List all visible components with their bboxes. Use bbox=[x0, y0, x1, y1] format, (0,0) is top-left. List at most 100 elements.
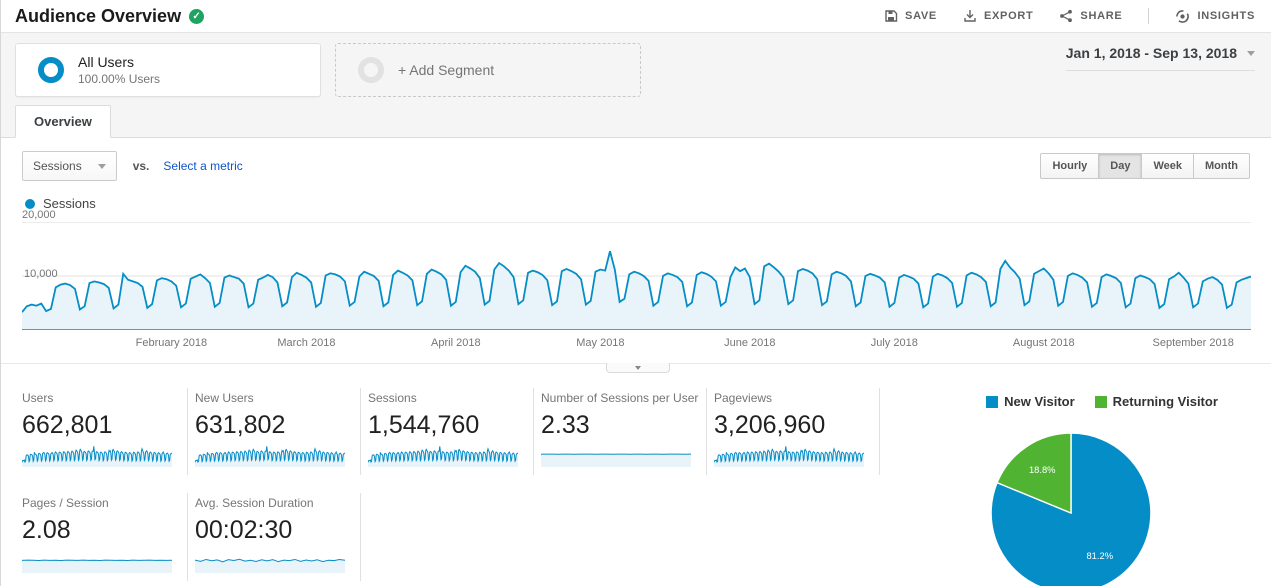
sessions-line-chart[interactable] bbox=[22, 222, 1251, 330]
add-segment-button[interactable]: + Add Segment bbox=[335, 43, 641, 97]
scorecard-label: Pages / Session bbox=[22, 496, 109, 511]
scorecard-pageviews[interactable]: Pageviews 3,206,960 bbox=[707, 388, 880, 476]
verified-check-icon: ✓ bbox=[189, 8, 205, 24]
collapse-chart-button[interactable] bbox=[606, 363, 670, 373]
granularity-day-button[interactable]: Day bbox=[1098, 153, 1143, 179]
save-button[interactable]: SAVE bbox=[884, 9, 937, 23]
sessions-timeseries-chart: 20,000 10,000 February 2018 March 2018 A… bbox=[1, 209, 1271, 374]
granularity-month-button[interactable]: Month bbox=[1193, 153, 1250, 179]
sessions-legend-dot-icon bbox=[25, 198, 35, 209]
save-label: SAVE bbox=[905, 10, 937, 22]
scorecard-pages-per-session[interactable]: Pages / Session 2.08 bbox=[15, 493, 188, 581]
share-label: SHARE bbox=[1080, 10, 1123, 22]
overview-panel: Sessions vs. Select a metric Hourly Day … bbox=[1, 137, 1271, 586]
add-segment-label: + Add Segment bbox=[398, 62, 495, 78]
returning-visitor-label: Returning Visitor bbox=[1112, 394, 1218, 409]
x-axis-tick: July 2018 bbox=[870, 337, 918, 349]
y-axis-tick-20000: 20,000 bbox=[22, 209, 56, 221]
segment-all-users[interactable]: All Users 100.00% Users bbox=[15, 43, 321, 97]
date-range-selector[interactable]: Jan 1, 2018 - Sep 13, 2018 bbox=[1065, 45, 1255, 71]
x-axis-tick: April 2018 bbox=[431, 337, 481, 349]
pie-slice-label: 81.2% bbox=[1086, 550, 1113, 561]
sessions-per-user-sparkline bbox=[541, 453, 691, 468]
x-axis-tick: March 2018 bbox=[277, 337, 336, 349]
select-metric-link[interactable]: Select a metric bbox=[163, 159, 242, 173]
y-axis-tick-10000: 10,000 bbox=[24, 268, 58, 280]
header-divider bbox=[1148, 8, 1150, 24]
chart-legend: Sessions bbox=[25, 196, 1271, 211]
page-title: Audience Overview bbox=[15, 5, 182, 26]
segment-subtitle: 100.00% Users bbox=[78, 72, 161, 86]
scorecard-value: 631,802 bbox=[195, 411, 286, 439]
scorecard-sessions[interactable]: Sessions 1,544,760 bbox=[361, 388, 534, 476]
pie-legend: New Visitor Returning Visitor bbox=[947, 394, 1257, 409]
header-actions: SAVE EXPORT SHARE INSIGHTS bbox=[884, 8, 1255, 24]
share-icon bbox=[1059, 9, 1073, 23]
segment-title: All Users bbox=[78, 54, 135, 70]
scorecard-label: Sessions bbox=[368, 391, 417, 405]
report-header: Audience Overview ✓ SAVE EXPORT SHARE IN… bbox=[1, 0, 1271, 33]
insights-icon bbox=[1175, 9, 1190, 24]
pageviews-sparkline bbox=[714, 446, 864, 468]
vs-label: vs. bbox=[132, 159, 150, 173]
scorecard-sessions-per-user[interactable]: Number of Sessions per User 2.33 bbox=[534, 388, 707, 476]
scorecard-label: Users bbox=[22, 391, 54, 405]
scorecard-label: New Users bbox=[195, 391, 254, 405]
scorecard-value: 1,544,760 bbox=[368, 411, 480, 439]
scorecard-label: Pageviews bbox=[714, 391, 773, 405]
segment-row: All Users 100.00% Users + Add Segment Ja… bbox=[1, 33, 1271, 97]
scorecard-value: 2.33 bbox=[541, 411, 590, 439]
new-users-sparkline bbox=[195, 446, 345, 468]
x-axis-tick: August 2018 bbox=[1012, 337, 1075, 349]
chevron-down-icon bbox=[1247, 50, 1255, 56]
date-range-text: Jan 1, 2018 - Sep 13, 2018 bbox=[1065, 45, 1237, 61]
legend-new-visitor: New Visitor bbox=[986, 394, 1075, 409]
users-sparkline bbox=[22, 446, 172, 468]
x-axis-tick: June 2018 bbox=[724, 337, 776, 349]
scorecard-new-users[interactable]: New Users 631,802 bbox=[188, 388, 361, 476]
pages-per-session-sparkline bbox=[22, 559, 172, 573]
scorecard-value: 3,206,960 bbox=[714, 411, 826, 439]
chart-controls: Sessions vs. Select a metric Hourly Day … bbox=[1, 138, 1271, 181]
visitor-type-panel: New Visitor Returning Visitor 81.2% 18.8% bbox=[947, 388, 1257, 586]
scorecard-value: 00:02:30 bbox=[195, 516, 293, 545]
granularity-week-button[interactable]: Week bbox=[1141, 153, 1195, 179]
chevron-down-icon bbox=[635, 365, 641, 370]
segment-band: All Users 100.00% Users + Add Segment Ja… bbox=[1, 33, 1271, 138]
export-button[interactable]: EXPORT bbox=[963, 9, 1033, 23]
export-label: EXPORT bbox=[983, 10, 1034, 22]
chevron-down-icon bbox=[97, 163, 106, 169]
share-button[interactable]: SHARE bbox=[1059, 9, 1122, 23]
visitor-type-pie-chart[interactable]: 81.2% 18.8% bbox=[975, 419, 1167, 586]
x-axis-tick: September 2018 bbox=[1152, 337, 1234, 349]
add-segment-donut-icon bbox=[358, 57, 384, 83]
summary-area: Users 662,801 New Users 631,802 Sessions… bbox=[1, 374, 1271, 586]
new-visitor-label: New Visitor bbox=[1004, 394, 1075, 409]
segment-donut-icon bbox=[38, 57, 64, 83]
metric-selector-value: Sessions bbox=[33, 159, 82, 173]
x-axis-tick: May 2018 bbox=[576, 337, 625, 349]
insights-label: INSIGHTS bbox=[1197, 10, 1255, 22]
pie-slice-label: 18.8% bbox=[1029, 464, 1056, 475]
insights-button[interactable]: INSIGHTS bbox=[1175, 9, 1255, 24]
granularity-toggle: Hourly Day Week Month bbox=[1040, 153, 1250, 179]
scorecard-users[interactable]: Users 662,801 bbox=[15, 388, 188, 476]
scorecard-label: Avg. Session Duration bbox=[195, 496, 314, 511]
metric-selector-dropdown[interactable]: Sessions bbox=[22, 151, 117, 181]
avg-session-duration-sparkline bbox=[195, 558, 345, 573]
scorecard-avg-session-duration[interactable]: Avg. Session Duration 00:02:30 bbox=[188, 493, 361, 581]
export-icon bbox=[963, 9, 977, 23]
legend-returning-visitor: Returning Visitor bbox=[1094, 394, 1218, 409]
scorecard-label: Number of Sessions per User bbox=[541, 391, 699, 405]
x-axis-labels: February 2018 March 2018 April 2018 May … bbox=[22, 337, 1251, 351]
new-visitor-swatch-icon bbox=[986, 395, 999, 408]
returning-visitor-swatch-icon bbox=[1094, 395, 1107, 408]
sessions-sparkline bbox=[368, 446, 518, 468]
scorecard-value: 2.08 bbox=[22, 516, 71, 545]
save-icon bbox=[884, 9, 898, 23]
granularity-hourly-button[interactable]: Hourly bbox=[1040, 153, 1100, 179]
tab-bar: Overview bbox=[1, 97, 1271, 138]
x-axis-tick: February 2018 bbox=[135, 337, 208, 349]
scorecard-value: 662,801 bbox=[22, 411, 113, 439]
tab-overview[interactable]: Overview bbox=[15, 105, 111, 138]
